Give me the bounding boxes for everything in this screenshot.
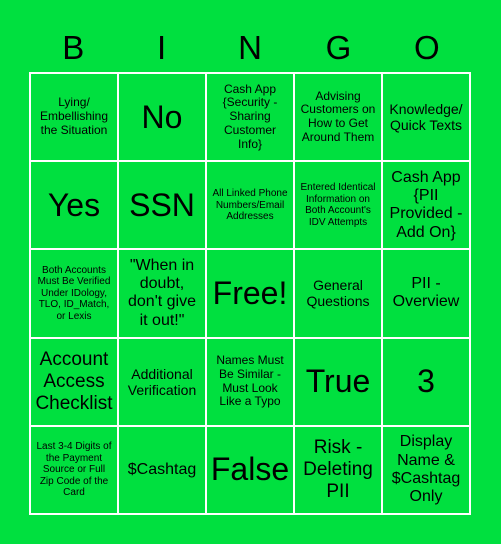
bingo-cell[interactable]: 3: [382, 337, 470, 426]
free-space[interactable]: Free!: [206, 249, 294, 338]
bingo-cell[interactable]: General Questions: [294, 249, 382, 338]
bingo-board: Lying/ Embellishing the Situation No Cas…: [29, 72, 471, 515]
bingo-cell[interactable]: "When in doubt, don't give it out!": [118, 249, 206, 338]
bingo-cell[interactable]: Last 3-4 Digits of the Payment Source or…: [30, 425, 118, 514]
bingo-cell[interactable]: Both Accounts Must Be Verified Under IDo…: [30, 249, 118, 338]
bingo-cell[interactable]: $Cashtag: [118, 425, 206, 514]
header-letter-n: N: [238, 29, 262, 66]
bingo-cell[interactable]: Account Access Checklist: [30, 337, 118, 426]
bingo-cell[interactable]: Names Must Be Similar - Must Look Like a…: [206, 337, 294, 426]
bingo-cell[interactable]: Lying/ Embellishing the Situation: [30, 73, 118, 162]
bingo-cell[interactable]: SSN: [118, 161, 206, 250]
bingo-cell[interactable]: Advising Customers on How to Get Around …: [294, 73, 382, 162]
bingo-header: B I N G O: [29, 28, 471, 68]
bingo-cell[interactable]: Risk - Deleting PII: [294, 425, 382, 514]
header-letter-b: B: [62, 29, 85, 66]
bingo-cell[interactable]: Cash App {PII Provided - Add On}: [382, 161, 470, 250]
header-letter-i: I: [157, 29, 167, 66]
bingo-cell[interactable]: Yes: [30, 161, 118, 250]
bingo-cell[interactable]: True: [294, 337, 382, 426]
bingo-cell[interactable]: Cash App {Security - Sharing Customer In…: [206, 73, 294, 162]
bingo-cell[interactable]: False: [206, 425, 294, 514]
bingo-cell[interactable]: Entered Identical Information on Both Ac…: [294, 161, 382, 250]
bingo-cell[interactable]: Additional Verification: [118, 337, 206, 426]
bingo-cell[interactable]: All Linked Phone Numbers/Email Addresses: [206, 161, 294, 250]
bingo-cell[interactable]: Display Name & $Cashtag Only: [382, 425, 470, 514]
bingo-cell[interactable]: No: [118, 73, 206, 162]
bingo-cell[interactable]: PII - Overview: [382, 249, 470, 338]
header-letter-o: O: [413, 29, 440, 66]
header-letter-g: G: [325, 29, 352, 66]
bingo-cell[interactable]: Knowledge/ Quick Texts: [382, 73, 470, 162]
